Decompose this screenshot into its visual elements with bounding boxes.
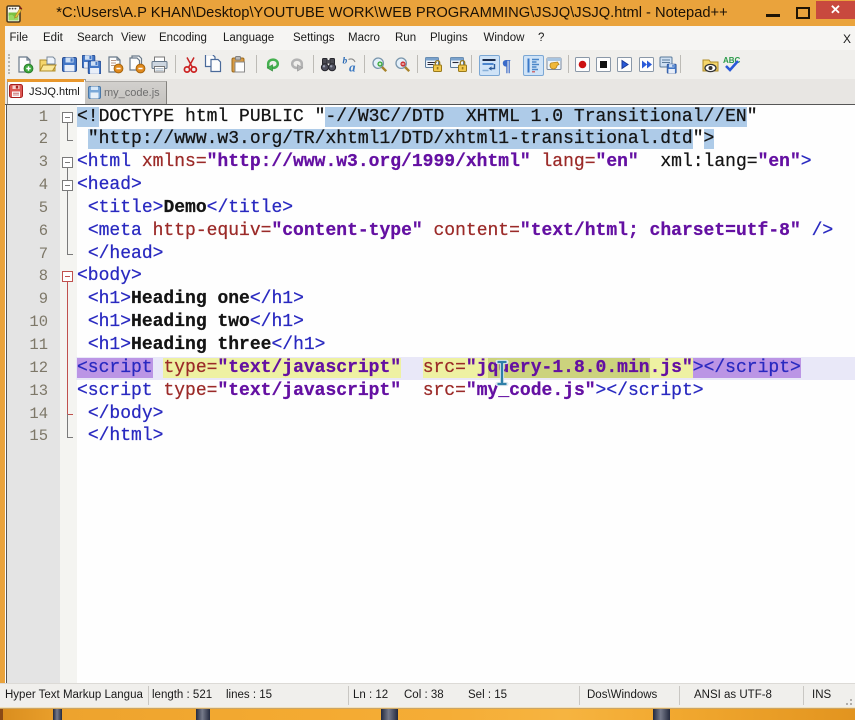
- svg-text:¶: ¶: [502, 56, 511, 74]
- svg-text:b: b: [342, 57, 347, 67]
- svg-text:ABC: ABC: [723, 56, 741, 65]
